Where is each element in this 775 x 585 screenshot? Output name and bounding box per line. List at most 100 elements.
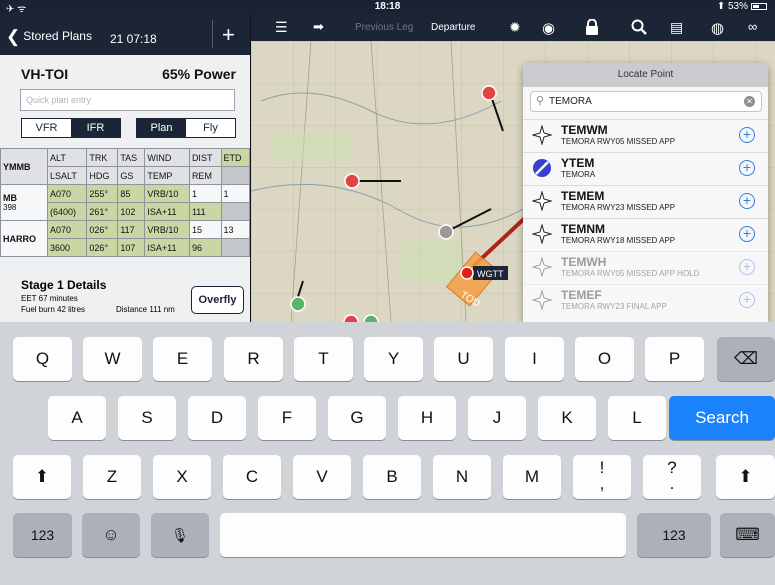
key-p[interactable]: P (645, 337, 704, 381)
key-a[interactable]: A (48, 396, 106, 440)
tab-plan[interactable]: Plan (137, 119, 186, 137)
key-s[interactable]: S (118, 396, 176, 440)
table-cell: (6400) (47, 202, 88, 221)
key-r[interactable]: R (224, 337, 283, 381)
add-point-icon[interactable]: + (739, 259, 755, 275)
table-cell[interactable]: A070 (47, 184, 88, 203)
key-w[interactable]: W (83, 337, 142, 381)
dictation-key[interactable]: 🎙 (151, 513, 209, 557)
key-h[interactable]: H (398, 396, 456, 440)
binoculars-icon[interactable]: ∞ (748, 19, 757, 34)
result-row-temwh[interactable]: TEMWH TEMORA RWY05 MISSED APP HOLD + (523, 251, 768, 280)
table-row[interactable]: MB 398 A070 255° 85 VRB/10 1 1 (0, 184, 250, 221)
search-icon[interactable] (631, 19, 647, 38)
key-z[interactable]: Z (83, 455, 141, 499)
hide-keyboard-key[interactable]: ⌨ (720, 513, 775, 557)
result-row-temem[interactable]: TEMEM TEMORA RWY23 MISSED APP + (523, 185, 768, 214)
header-cell (220, 166, 250, 185)
key-k[interactable]: K (538, 396, 596, 440)
key-m[interactable]: M (503, 455, 561, 499)
key-x[interactable]: X (153, 455, 211, 499)
locate-search-input[interactable]: ⚲ TEMORA ✕ (530, 91, 762, 112)
tab-ifr[interactable]: IFR (71, 119, 120, 137)
tab-vfr[interactable]: VFR (22, 119, 71, 137)
backspace-key[interactable]: ⌫ (717, 337, 775, 381)
power-setting: 65% Power (162, 66, 236, 82)
key-i[interactable]: I (505, 337, 564, 381)
add-icon[interactable]: + (222, 22, 235, 48)
search-key[interactable]: Search (669, 396, 775, 440)
key-exclaim[interactable]: !, (573, 455, 631, 499)
previous-leg-button[interactable]: Previous Leg (355, 22, 413, 33)
departure-button[interactable]: Departure (431, 22, 475, 33)
key-d[interactable]: D (188, 396, 246, 440)
numbers-key[interactable]: 123 (13, 513, 72, 557)
map-waypoint-pin[interactable] (344, 173, 360, 189)
table-cell[interactable]: A070 (47, 220, 88, 239)
emoji-key[interactable]: ☺ (82, 513, 140, 557)
brightness-icon[interactable]: ✹ (509, 19, 521, 36)
list-icon[interactable]: ☰ (275, 19, 288, 36)
waypoint-label-wgtt: WGTT (477, 269, 504, 279)
back-button[interactable]: ❮ Stored Plans (6, 27, 92, 47)
map-waypoint-pin[interactable] (460, 266, 474, 280)
add-point-icon[interactable]: + (739, 160, 755, 176)
add-point-icon[interactable]: + (739, 193, 755, 209)
table-cell: 107 (117, 238, 146, 257)
map-waypoint-pin[interactable] (363, 314, 379, 322)
map-waypoint-pin[interactable] (481, 85, 497, 101)
key-y[interactable]: Y (364, 337, 423, 381)
key-g[interactable]: G (328, 396, 386, 440)
aircraft-registration: VH-TOI (21, 66, 69, 82)
result-row-temnm[interactable]: TEMNM TEMORA RWY18 MISSED APP + (523, 218, 768, 247)
key-o[interactable]: O (575, 337, 634, 381)
table-cell: 96 (188, 238, 222, 257)
key-e[interactable]: E (153, 337, 212, 381)
key-c[interactable]: C (223, 455, 281, 499)
quick-plan-entry-input[interactable]: Quick plan entry (20, 89, 235, 111)
key-l[interactable]: L (608, 396, 666, 440)
result-row-temwm[interactable]: TEMWM TEMORA RWY05 MISSED APP + (523, 119, 768, 148)
map-waypoint-pin[interactable] (438, 224, 454, 240)
lock-icon[interactable] (585, 18, 599, 38)
numbers-key-right[interactable]: 123 (637, 513, 711, 557)
table-row[interactable]: HARRO A070 026° 117 VRB/10 15 13 (0, 220, 250, 257)
shift-key-right[interactable]: ⬆ (716, 455, 775, 499)
add-point-icon[interactable]: + (739, 292, 755, 308)
table-cell[interactable]: 117 (117, 220, 146, 239)
add-point-icon[interactable]: + (739, 226, 755, 242)
shift-key[interactable]: ⬆ (13, 455, 71, 499)
result-row-temef[interactable]: TEMEF TEMORA RWY23 FINAL APP + (523, 284, 768, 313)
overfly-button[interactable]: Overfly (191, 286, 244, 314)
key-t[interactable]: T (294, 337, 353, 381)
key-b[interactable]: B (363, 455, 421, 499)
space-key[interactable] (220, 513, 626, 557)
globe-icon[interactable]: ◍ (711, 19, 724, 37)
key-f[interactable]: F (258, 396, 316, 440)
result-row-ytem[interactable]: YTEM TEMORA + (523, 152, 768, 181)
key-question[interactable]: ?. (643, 455, 701, 499)
key-n[interactable]: N (433, 455, 491, 499)
table-cell[interactable]: ISA+11 (144, 202, 190, 221)
flight-plan-panel: ❮ Stored Plans 21 07:18 + VH-TOI 65% Powe… (0, 14, 250, 322)
key-q[interactable]: Q (13, 337, 72, 381)
key-u[interactable]: U (434, 337, 493, 381)
waypoint-cell[interactable]: MB 398 (0, 184, 49, 221)
route-icon[interactable]: ➡ (313, 19, 324, 35)
lifebuoy-icon[interactable]: ◉ (542, 19, 555, 37)
header-cell: GS (117, 166, 146, 185)
tab-fly[interactable]: Fly (186, 119, 235, 137)
map-waypoint-pin[interactable] (343, 314, 359, 322)
table-cell[interactable]: VRB/10 (144, 220, 190, 239)
table-cell[interactable]: 85 (117, 184, 146, 203)
key-v[interactable]: V (293, 455, 351, 499)
waypoint-cell[interactable]: HARRO (0, 220, 49, 257)
map-waypoint-pin[interactable] (290, 296, 306, 312)
clear-icon[interactable]: ✕ (744, 96, 755, 107)
add-point-icon[interactable]: + (739, 127, 755, 143)
key-j[interactable]: J (468, 396, 526, 440)
table-cell[interactable]: ISA+11 (144, 238, 190, 257)
table-cell[interactable]: VRB/10 (144, 184, 190, 203)
key-glyph: . (669, 474, 675, 493)
layers-icon[interactable]: ▤ (670, 19, 683, 36)
